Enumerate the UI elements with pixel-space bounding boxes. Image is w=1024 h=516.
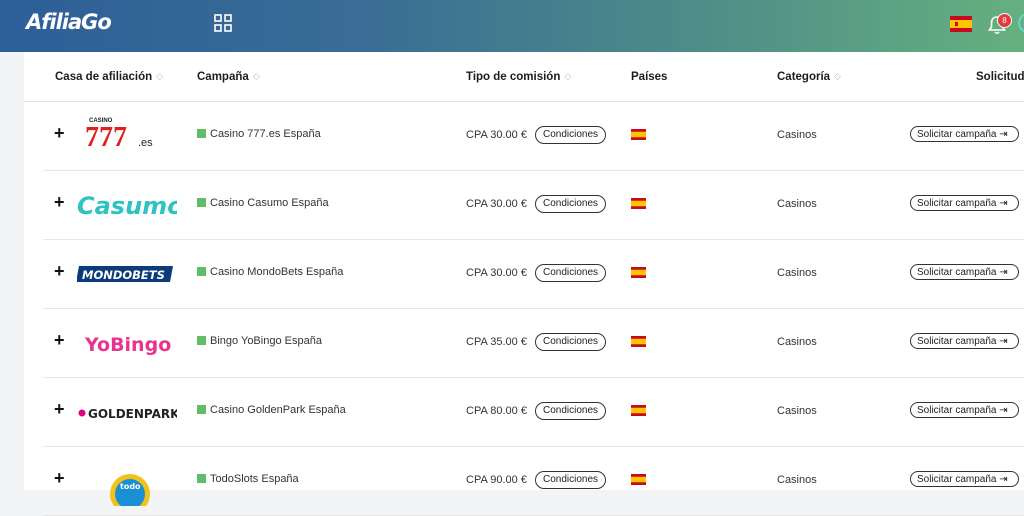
- brand-logo-casumo: Casumo: [77, 180, 177, 230]
- sign-in-arrow-icon: ⇥: [999, 336, 1008, 347]
- request-campaign-button[interactable]: Solicitar campaña ⇥: [910, 333, 1019, 349]
- sort-icon[interactable]: ◇: [156, 71, 163, 82]
- category-value: Casinos: [777, 405, 817, 417]
- commission-value: CPA 30.00 €: [466, 267, 527, 279]
- request-campaign-button[interactable]: Solicitar campaña ⇥: [910, 471, 1019, 487]
- expand-plus-icon[interactable]: +: [54, 261, 65, 282]
- campaign-name[interactable]: TodoSlots España: [197, 473, 299, 485]
- spain-flag-icon: [631, 405, 646, 416]
- status-square-icon: [197, 405, 206, 414]
- expand-plus-icon[interactable]: +: [54, 123, 65, 144]
- commission-value: CPA 80.00 €: [466, 405, 527, 417]
- column-header-campana[interactable]: Campaña ◇: [197, 71, 260, 83]
- spain-flag-icon[interactable]: [950, 16, 972, 32]
- category-value: Casinos: [777, 336, 817, 348]
- brand-logo-777: CASINO 777 .es: [77, 111, 177, 161]
- table-header: Casa de afiliación ◇ Campaña ◇ Tipo de com…: [24, 52, 1024, 102]
- sort-icon[interactable]: ◇: [834, 71, 841, 82]
- spain-flag-icon: [631, 474, 646, 485]
- campaign-name[interactable]: Bingo YoBingo España: [197, 335, 322, 347]
- column-header-categoria[interactable]: Categoría ◇: [777, 71, 841, 83]
- campaign-name[interactable]: Casino MondoBets España: [197, 266, 343, 278]
- brand-logo-goldenpark: GOLDENPARK: [77, 387, 177, 437]
- column-header-solicitud: Solicitud: [976, 71, 1024, 83]
- campaign-name[interactable]: Casino Casumo España: [197, 197, 329, 209]
- logo-777-text: 777: [85, 122, 127, 153]
- conditions-button[interactable]: Condiciones: [535, 471, 607, 489]
- status-square-icon: [197, 267, 206, 276]
- category-value: Casinos: [777, 267, 817, 279]
- commission-value: CPA 30.00 €: [466, 129, 527, 141]
- spain-flag-icon: [631, 336, 646, 347]
- conditions-button[interactable]: Condiciones: [535, 195, 607, 213]
- sort-icon[interactable]: ◇: [253, 71, 260, 82]
- expand-plus-icon[interactable]: +: [54, 468, 65, 489]
- column-header-casa[interactable]: Casa de afiliación ◇: [55, 71, 163, 83]
- campaign-name[interactable]: Casino GoldenPark España: [197, 404, 346, 416]
- campaign-name[interactable]: Casino 777.es España: [197, 128, 321, 140]
- conditions-button[interactable]: Condiciones: [535, 126, 607, 144]
- conditions-button[interactable]: Condiciones: [535, 402, 607, 420]
- logo-casumo-text: Casumo: [77, 192, 177, 220]
- status-square-icon: [197, 129, 206, 138]
- apps-grid-icon[interactable]: [214, 14, 232, 32]
- sign-in-arrow-icon: ⇥: [999, 198, 1008, 209]
- spain-flag-icon: [631, 267, 646, 278]
- sign-in-arrow-icon: ⇥: [999, 129, 1008, 140]
- column-header-comision[interactable]: Tipo de comisión ◇: [466, 71, 571, 83]
- logo-goldenpark-text: GOLDENPARK: [88, 407, 177, 421]
- category-value: Casinos: [777, 198, 817, 210]
- sort-icon[interactable]: ◇: [564, 71, 571, 82]
- commission-value: CPA 30.00 €: [466, 198, 527, 210]
- conditions-button[interactable]: Condiciones: [535, 333, 607, 351]
- request-campaign-button[interactable]: Solicitar campaña ⇥: [910, 126, 1019, 142]
- user-avatar[interactable]: [1018, 13, 1024, 33]
- commission-value: CPA 35.00 €: [466, 336, 527, 348]
- expand-plus-icon[interactable]: +: [54, 399, 65, 420]
- table-row: + MONDOBETS Casino MondoBets España CPA …: [43, 239, 1024, 309]
- request-campaign-button[interactable]: Solicitar campaña ⇥: [910, 402, 1019, 418]
- sign-in-arrow-icon: ⇥: [999, 405, 1008, 416]
- commission-value: CPA 90.00 €: [466, 474, 527, 486]
- sign-in-arrow-icon: ⇥: [999, 474, 1008, 485]
- logo-es-text: .es: [138, 137, 153, 149]
- notification-count-badge: 8: [997, 13, 1012, 28]
- status-square-icon: [197, 198, 206, 207]
- table-row: + todo TodoSlots España CPA 90.00 € Cond…: [43, 446, 1024, 516]
- table-row: + YoBingo Bingo YoBingo España CPA 35.00…: [43, 308, 1024, 378]
- expand-plus-icon[interactable]: +: [54, 330, 65, 351]
- column-header-paises: Países: [631, 71, 668, 83]
- brand-logo-yobingo: YoBingo: [77, 318, 177, 368]
- status-square-icon: [197, 474, 206, 483]
- campaigns-panel: Casa de afiliación ◇ Campaña ◇ Tipo de com…: [24, 52, 1024, 516]
- category-value: Casinos: [777, 474, 817, 486]
- brand-logo-todoslots: todo: [77, 456, 177, 506]
- request-campaign-button[interactable]: Solicitar campaña ⇥: [910, 264, 1019, 280]
- table-row: + Casumo Casino Casumo España CPA 30.00 …: [43, 170, 1024, 240]
- table-row: + CASINO 777 .es Casino 777.es España CP…: [43, 101, 1024, 171]
- spain-flag-icon: [631, 129, 646, 140]
- request-campaign-button[interactable]: Solicitar campaña ⇥: [910, 195, 1019, 211]
- expand-plus-icon[interactable]: +: [54, 192, 65, 213]
- app-logo[interactable]: AfiliaGo: [26, 10, 112, 34]
- category-value: Casinos: [777, 129, 817, 141]
- spain-flag-icon: [631, 198, 646, 209]
- logo-mondobets-text: MONDOBETS: [82, 268, 165, 282]
- conditions-button[interactable]: Condiciones: [535, 264, 607, 282]
- sign-in-arrow-icon: ⇥: [999, 267, 1008, 278]
- brand-logo-mondobets: MONDOBETS: [77, 249, 177, 299]
- top-bar: AfiliaGo 8: [0, 0, 1024, 52]
- table-row: + GOLDENPARK Casino GoldenPark España CP…: [43, 377, 1024, 447]
- status-square-icon: [197, 336, 206, 345]
- logo-yobingo-text: YoBingo: [84, 334, 171, 356]
